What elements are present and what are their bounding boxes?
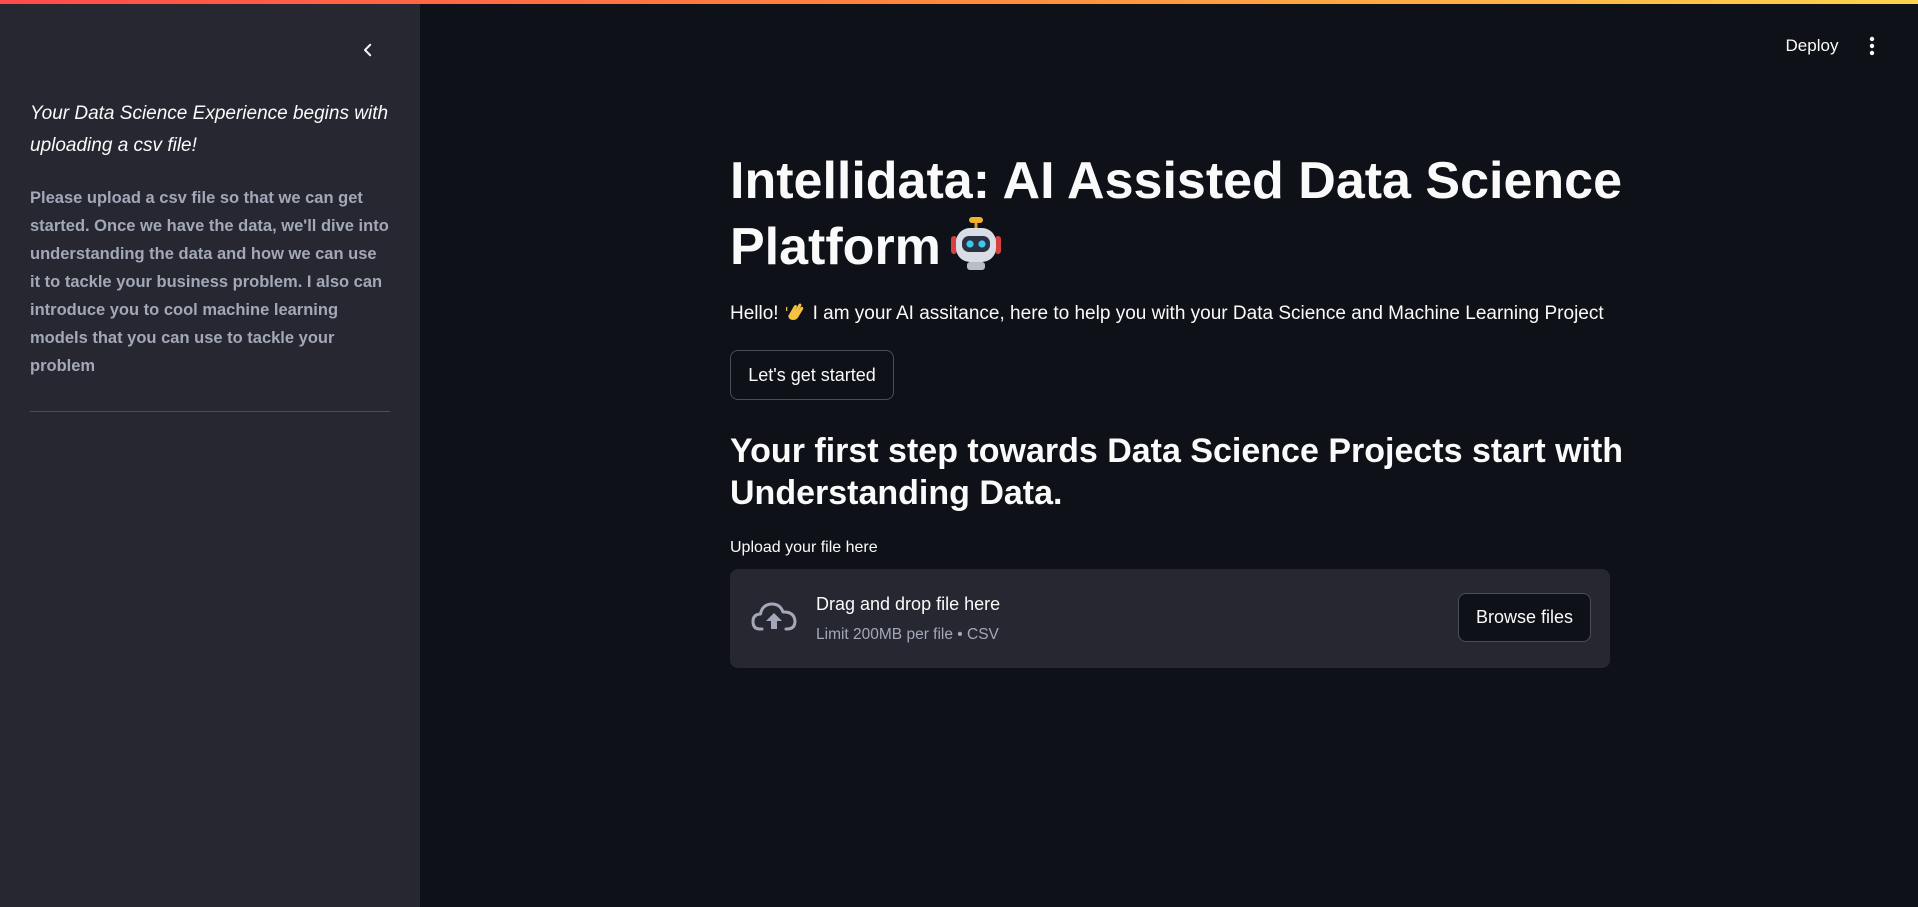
sidebar-description: Please upload a csv file so that we can … [30, 189, 389, 375]
waving-hand-emoji-icon [785, 303, 803, 320]
robot-emoji-icon [950, 217, 1001, 270]
main-menu-button[interactable] [1858, 30, 1886, 62]
get-started-button[interactable]: Let's get started [730, 350, 894, 400]
greeting-prefix: Hello! [730, 303, 779, 324]
greeting-suffix: I am your AI assitance, here to help you… [812, 303, 1604, 324]
file-dropzone[interactable]: Drag and drop file here Limit 200MB per … [730, 569, 1610, 668]
chevron-left-icon [364, 43, 372, 57]
sidebar-collapse-button[interactable] [352, 34, 384, 66]
more-vertical-icon [1869, 36, 1875, 56]
section-heading: Your first step towards Data Science Pro… [730, 432, 1624, 512]
sidebar-heading: Your Data Science Experience begins with… [30, 103, 389, 156]
browse-files-button[interactable]: Browse files [1458, 593, 1591, 642]
greeting-text: Hello! I am your AI assitance, here to h… [730, 300, 1630, 328]
top-decoration-bar [0, 0, 1918, 4]
dropzone-instructions: Drag and drop file here [816, 594, 1001, 614]
sidebar: Your Data Science Experience begins with… [0, 0, 420, 907]
page-title-text: Intellidata: AI Assisted Data Science Pl… [730, 152, 1622, 276]
cloud-upload-icon [751, 602, 797, 631]
dropzone-limit-text: Limit 200MB per file • CSV [816, 626, 999, 643]
upload-label: Upload your file here [730, 539, 878, 556]
page-title: Intellidata: AI Assisted Data Science Pl… [730, 148, 1630, 280]
deploy-button[interactable]: Deploy [1772, 30, 1852, 62]
sidebar-divider [30, 411, 390, 412]
